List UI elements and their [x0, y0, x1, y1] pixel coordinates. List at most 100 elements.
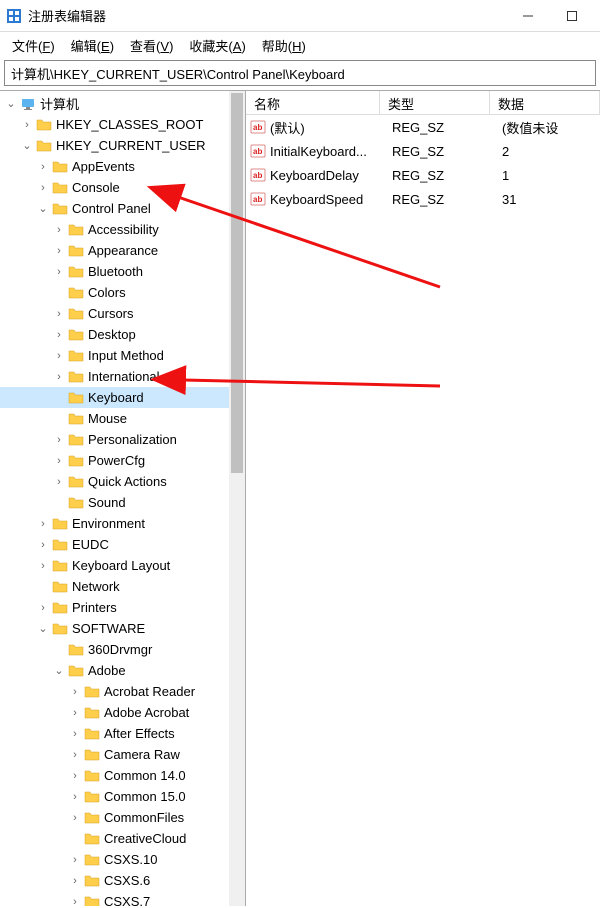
- tree-item[interactable]: Mouse: [0, 408, 245, 429]
- chevron-right-icon[interactable]: ›: [68, 875, 82, 887]
- chevron-right-icon[interactable]: ›: [68, 707, 82, 719]
- folder-icon: [84, 726, 100, 742]
- columns-header[interactable]: 名称 类型 数据: [246, 91, 600, 115]
- maximize-button[interactable]: [550, 0, 594, 31]
- menu-help[interactable]: 帮助(H): [254, 34, 314, 57]
- menu-file[interactable]: 文件(F): [4, 34, 63, 57]
- tree-item-label: CommonFiles: [102, 810, 184, 825]
- tree-item[interactable]: ›CSXS.7: [0, 891, 245, 906]
- tree-item[interactable]: ⌄Adobe: [0, 660, 245, 681]
- chevron-right-icon[interactable]: ›: [68, 791, 82, 803]
- tree-item[interactable]: ›Keyboard Layout: [0, 555, 245, 576]
- tree-item[interactable]: ›Cursors: [0, 303, 245, 324]
- chevron-right-icon[interactable]: ›: [52, 371, 66, 383]
- tree-item[interactable]: ›Acrobat Reader: [0, 681, 245, 702]
- chevron-right-icon[interactable]: ›: [36, 560, 50, 572]
- chevron-right-icon[interactable]: ›: [52, 434, 66, 446]
- tree-item[interactable]: Sound: [0, 492, 245, 513]
- tree-item[interactable]: ›International: [0, 366, 245, 387]
- tree-item-label: Colors: [86, 285, 126, 300]
- column-name[interactable]: 名称: [246, 91, 380, 114]
- tree-item[interactable]: ›CSXS.6: [0, 870, 245, 891]
- chevron-right-icon[interactable]: ›: [20, 119, 34, 131]
- chevron-right-icon[interactable]: ›: [68, 728, 82, 740]
- chevron-right-icon[interactable]: ›: [52, 266, 66, 278]
- tree-item[interactable]: ›After Effects: [0, 723, 245, 744]
- chevron-right-icon[interactable]: ›: [36, 602, 50, 614]
- chevron-right-icon[interactable]: ›: [52, 350, 66, 362]
- tree-pane[interactable]: ⌄计算机›HKEY_CLASSES_ROOT⌄HKEY_CURRENT_USER…: [0, 91, 246, 906]
- chevron-right-icon[interactable]: ›: [52, 308, 66, 320]
- tree-item[interactable]: ›Environment: [0, 513, 245, 534]
- tree-item[interactable]: ›Desktop: [0, 324, 245, 345]
- tree-item[interactable]: Colors: [0, 282, 245, 303]
- tree-item[interactable]: ›Common 15.0: [0, 786, 245, 807]
- tree-item[interactable]: ⌄Control Panel: [0, 198, 245, 219]
- value-row[interactable]: KeyboardSpeedREG_SZ31: [246, 187, 600, 211]
- tree-item[interactable]: ›Personalization: [0, 429, 245, 450]
- tree-item[interactable]: ›Common 14.0: [0, 765, 245, 786]
- chevron-down-icon[interactable]: ⌄: [52, 664, 66, 677]
- minimize-button[interactable]: [506, 0, 550, 31]
- tree-item[interactable]: ›Printers: [0, 597, 245, 618]
- value-row[interactable]: KeyboardDelayREG_SZ1: [246, 163, 600, 187]
- chevron-right-icon[interactable]: ›: [52, 329, 66, 341]
- chevron-right-icon[interactable]: ›: [36, 182, 50, 194]
- tree-item[interactable]: ›Bluetooth: [0, 261, 245, 282]
- tree-item[interactable]: ›Quick Actions: [0, 471, 245, 492]
- tree-item[interactable]: Network: [0, 576, 245, 597]
- window-title: 注册表编辑器: [28, 6, 506, 25]
- tree-item[interactable]: ⌄SOFTWARE: [0, 618, 245, 639]
- tree-item[interactable]: ›Accessibility: [0, 219, 245, 240]
- values-pane[interactable]: 名称 类型 数据 (默认)REG_SZ(数值未设InitialKeyboard.…: [246, 91, 600, 906]
- tree-scrollbar[interactable]: [229, 91, 245, 906]
- chevron-right-icon[interactable]: ›: [68, 896, 82, 907]
- chevron-right-icon[interactable]: ›: [52, 245, 66, 257]
- chevron-down-icon[interactable]: ⌄: [36, 202, 50, 215]
- tree-item[interactable]: ⌄计算机: [0, 93, 245, 114]
- value-row[interactable]: (默认)REG_SZ(数值未设: [246, 115, 600, 139]
- tree-item[interactable]: ›Camera Raw: [0, 744, 245, 765]
- tree-item[interactable]: ›Console: [0, 177, 245, 198]
- tree-item[interactable]: › CommonFiles: [0, 807, 245, 828]
- tree-item[interactable]: ›HKEY_CLASSES_ROOT: [0, 114, 245, 135]
- chevron-down-icon[interactable]: ⌄: [4, 97, 18, 110]
- chevron-right-icon[interactable]: ›: [68, 770, 82, 782]
- value-row[interactable]: InitialKeyboard...REG_SZ2: [246, 139, 600, 163]
- tree-item[interactable]: ›PowerCfg: [0, 450, 245, 471]
- tree-item[interactable]: CreativeCloud: [0, 828, 245, 849]
- chevron-right-icon[interactable]: ›: [68, 686, 82, 698]
- titlebar: 注册表编辑器: [0, 0, 600, 32]
- chevron-right-icon[interactable]: ›: [36, 518, 50, 530]
- chevron-right-icon[interactable]: ›: [68, 812, 82, 824]
- address-bar[interactable]: 计算机\HKEY_CURRENT_USER\Control Panel\Keyb…: [4, 60, 596, 86]
- chevron-down-icon[interactable]: ⌄: [36, 622, 50, 635]
- folder-icon: [84, 768, 100, 784]
- chevron-right-icon[interactable]: ›: [52, 455, 66, 467]
- tree-item[interactable]: ›Adobe Acrobat: [0, 702, 245, 723]
- column-type[interactable]: 类型: [380, 91, 490, 114]
- chevron-right-icon[interactable]: ›: [36, 539, 50, 551]
- menu-view[interactable]: 查看(V): [122, 34, 181, 57]
- scrollbar-thumb[interactable]: [231, 93, 243, 473]
- tree-item[interactable]: ›EUDC: [0, 534, 245, 555]
- tree-item[interactable]: 360Drvmgr: [0, 639, 245, 660]
- tree-item[interactable]: ›CSXS.10: [0, 849, 245, 870]
- tree-item-label: Mouse: [86, 411, 127, 426]
- tree-item[interactable]: ›AppEvents: [0, 156, 245, 177]
- chevron-down-icon[interactable]: ⌄: [20, 139, 34, 152]
- folder-icon: [68, 663, 84, 679]
- menu-edit[interactable]: 编辑(E): [63, 34, 122, 57]
- tree-item[interactable]: ›Appearance: [0, 240, 245, 261]
- chevron-right-icon[interactable]: ›: [52, 476, 66, 488]
- chevron-right-icon[interactable]: ›: [36, 161, 50, 173]
- column-data[interactable]: 数据: [490, 91, 600, 114]
- tree-item[interactable]: ⌄HKEY_CURRENT_USER: [0, 135, 245, 156]
- chevron-right-icon[interactable]: ›: [52, 224, 66, 236]
- chevron-right-icon[interactable]: ›: [68, 749, 82, 761]
- folder-icon: [68, 222, 84, 238]
- chevron-right-icon[interactable]: ›: [68, 854, 82, 866]
- tree-item[interactable]: Keyboard: [0, 387, 245, 408]
- tree-item[interactable]: ›Input Method: [0, 345, 245, 366]
- menu-favorites[interactable]: 收藏夹(A): [181, 34, 253, 57]
